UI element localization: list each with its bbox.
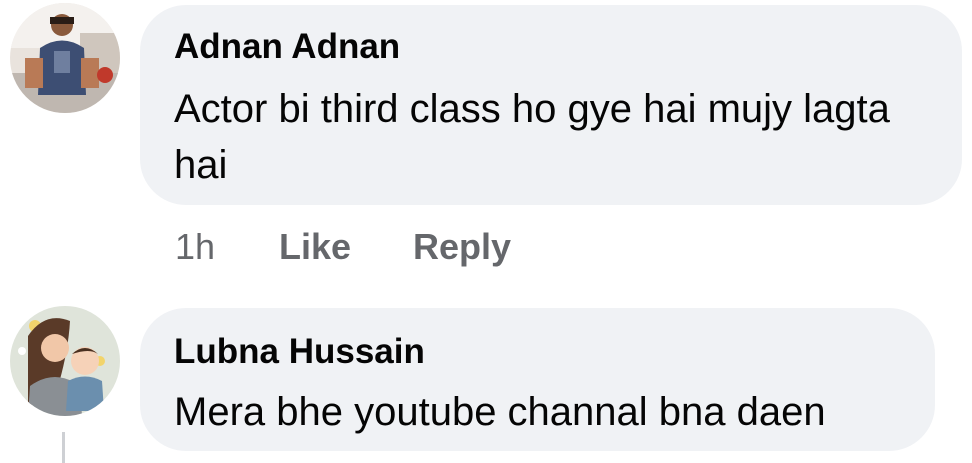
comment-author[interactable]: Adnan Adnan: [174, 27, 400, 67]
comment-author[interactable]: Lubna Hussain: [174, 332, 425, 372]
avatar-adnan-adnan[interactable]: [10, 3, 120, 113]
comment-text: Mera bhe youtube channal bna daen: [174, 390, 826, 434]
comment-text: Actor bi third class ho gye hai mujy lag…: [174, 87, 890, 187]
reply-thread-line: [62, 432, 65, 463]
comment-bubble: Adnan Adnan Actor bi third class ho gye …: [140, 5, 962, 205]
avatar-lubna-hussain[interactable]: [10, 306, 120, 416]
comment-timestamp[interactable]: 1h: [175, 226, 215, 268]
comment-bubble: Lubna Hussain Mera bhe youtube channal b…: [140, 308, 935, 451]
avatar-photo-icon: [10, 3, 120, 113]
avatar-photo-icon: [10, 306, 120, 416]
reply-button[interactable]: Reply: [413, 226, 511, 268]
like-button[interactable]: Like: [279, 226, 351, 268]
